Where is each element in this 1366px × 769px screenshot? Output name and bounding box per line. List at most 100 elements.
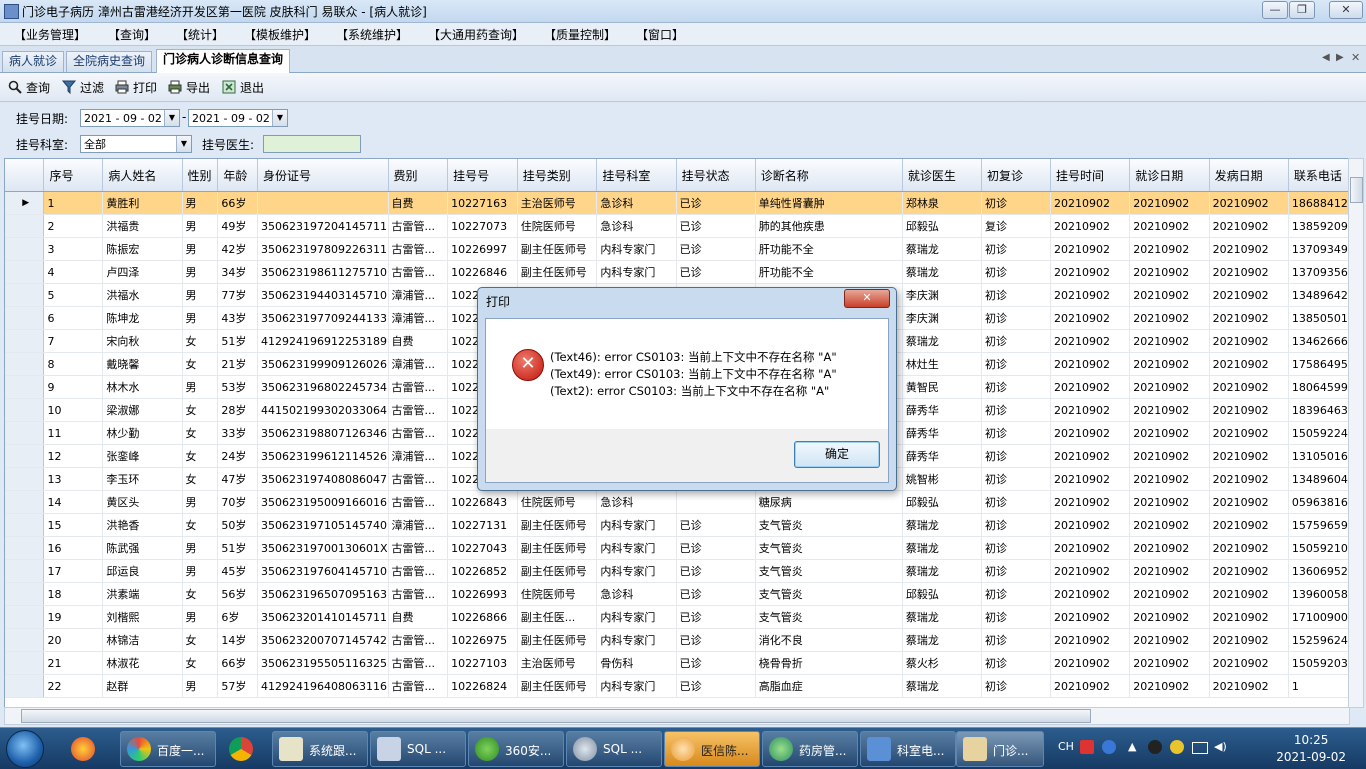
column-header[interactable]: 初复诊	[981, 159, 1052, 192]
row-selector[interactable]	[5, 421, 45, 445]
table-row[interactable]: 19 刘楷熙男 6岁 350623201410145711 自费 10226866 副主任医…	[5, 605, 1349, 629]
tab-prev-icon[interactable]: ◀	[1322, 52, 1330, 63]
taskbar-app-baidu[interactable]: 百度一...	[120, 731, 216, 767]
row-selector[interactable]	[5, 329, 45, 353]
network-icon[interactable]	[1192, 742, 1208, 754]
input-language[interactable]: CH	[1058, 740, 1074, 753]
column-header[interactable]: 性别	[182, 159, 219, 192]
date-from-picker[interactable]: 2021 - 09 - 02 ▼	[80, 109, 180, 127]
row-selector[interactable]	[5, 490, 45, 514]
tab-hospital-history[interactable]: 全院病史查询	[66, 51, 153, 72]
row-selector[interactable]	[5, 260, 45, 284]
row-selector[interactable]	[5, 536, 45, 560]
tab-close-icon[interactable]: ✕	[1351, 51, 1360, 64]
row-selector[interactable]	[5, 582, 45, 606]
column-header[interactable]: 发病日期	[1209, 159, 1289, 192]
taskbar-pinned-app[interactable]	[58, 731, 112, 767]
menu-business[interactable]: 【业务管理】	[14, 26, 86, 43]
tab-diagnosis-query[interactable]: 门诊病人诊断信息查询	[156, 49, 291, 73]
row-selector[interactable]	[5, 398, 45, 422]
menu-drug-query[interactable]: 【大通用药查询】	[428, 26, 524, 43]
row-selector[interactable]	[5, 674, 45, 698]
column-header[interactable]: 就诊日期	[1129, 159, 1210, 192]
table-row[interactable]: ▶ 1 黄胜利男 66岁 自费 10227163 主治医师号 急诊科 已诊 单纯性肾囊肿 郑林泉 初诊…	[5, 191, 1349, 215]
row-selector[interactable]	[5, 605, 45, 629]
menu-query[interactable]: 【查询】	[108, 26, 156, 43]
table-row[interactable]: 20 林锦洁女 14岁 350623200707145742 古雷管... 1022697…	[5, 628, 1349, 652]
column-header[interactable]: 就诊医生	[902, 159, 982, 192]
date-to-picker[interactable]: 2021 - 09 - 02 ▼	[188, 109, 288, 127]
menu-system[interactable]: 【系统维护】	[336, 26, 408, 43]
doctor-input[interactable]	[263, 135, 361, 153]
column-header[interactable]: 年龄	[217, 159, 259, 192]
table-row[interactable]: 14 黄区头男 70岁 350623195009166016 古雷管... 1022684…	[5, 490, 1349, 514]
row-selector[interactable]	[5, 375, 45, 399]
grid-vertical-scrollbar[interactable]	[1348, 158, 1364, 708]
table-row[interactable]: 21 林淑花女 66岁 350623195505116325 古雷管... 1022710…	[5, 651, 1349, 675]
row-selector[interactable]	[5, 628, 45, 652]
date-to-dropdown-icon[interactable]: ▼	[272, 110, 287, 126]
row-selector[interactable]	[5, 559, 45, 583]
maximize-button[interactable]: ❐	[1289, 1, 1315, 19]
filter-button[interactable]: 过滤	[62, 79, 104, 96]
column-header[interactable]: 挂号号	[447, 159, 518, 192]
query-button[interactable]: 查询	[8, 79, 50, 96]
export-button[interactable]: 导出	[168, 79, 210, 96]
menu-quality[interactable]: 【质量控制】	[544, 26, 616, 43]
horizontal-scroll-thumb[interactable]	[21, 709, 1091, 723]
table-row[interactable]: 16 陈武强男 51岁 35062319700130601X 古雷管... 1022704…	[5, 536, 1349, 560]
row-selector[interactable]	[5, 651, 45, 675]
row-selector[interactable]	[5, 306, 45, 330]
row-selector[interactable]	[5, 214, 45, 238]
column-header[interactable]: 费别	[388, 159, 449, 192]
ok-button[interactable]: 确定	[794, 441, 880, 468]
tab-patient-visit[interactable]: 病人就诊	[2, 51, 65, 72]
close-button[interactable]: ✕	[1329, 1, 1363, 19]
row-selector[interactable]	[5, 444, 45, 468]
taskbar-app-sql-2[interactable]: SQL ...	[566, 731, 662, 767]
column-header[interactable]: 挂号状态	[676, 159, 756, 192]
row-selector[interactable]	[5, 283, 45, 307]
row-selector[interactable]	[5, 467, 45, 491]
taskbar-app-sql-1[interactable]: SQL ...	[370, 731, 466, 767]
taskbar-pinned-chrome[interactable]	[216, 731, 270, 767]
table-row[interactable]: 15 洪艳香女 50岁 350623197105145740 漳浦管... 1022713…	[5, 513, 1349, 537]
vertical-scroll-thumb[interactable]	[1350, 177, 1363, 203]
table-row[interactable]: 18 洪素端女 56岁 350623196507095163 古雷管... 1022699…	[5, 582, 1349, 606]
start-button[interactable]	[6, 730, 44, 768]
taskbar-app-medical-info[interactable]: 医信陈...	[664, 731, 760, 767]
column-header[interactable]: 身份证号	[257, 159, 389, 192]
table-row[interactable]: 3 陈振宏男 42岁 350623197809226311 古雷管... 10226997…	[5, 237, 1349, 261]
table-row[interactable]: 2 洪福贵男 49岁 350623197204145711 古雷管... 10227073…	[5, 214, 1349, 238]
grid-horizontal-scrollbar[interactable]	[4, 707, 1350, 725]
sogou-ime-icon[interactable]	[1080, 740, 1094, 754]
taskbar-app-outpatient[interactable]: 门诊...	[956, 731, 1044, 767]
security-tray-icon[interactable]	[1170, 740, 1184, 754]
column-header[interactable]: 诊断名称	[755, 159, 903, 192]
dialog-close-button[interactable]: ✕	[844, 289, 890, 308]
print-button[interactable]: 打印	[115, 79, 157, 96]
help-icon[interactable]	[1102, 740, 1116, 754]
system-clock[interactable]: 10:25 2021-09-02	[1276, 732, 1346, 766]
column-header[interactable]: 病人姓名	[102, 159, 183, 192]
taskbar-app-360[interactable]: 360安...	[468, 731, 564, 767]
menu-window[interactable]: 【窗口】	[636, 26, 684, 43]
dept-select[interactable]: 全部 ▼	[80, 135, 192, 153]
table-row[interactable]: 22 赵群男 57岁 412924196408063116 古雷管... 10226824…	[5, 674, 1349, 698]
table-row[interactable]: 17 邱运良男 45岁 350623197604145710 古雷管... 1022685…	[5, 559, 1349, 583]
column-header[interactable]: 挂号时间	[1050, 159, 1131, 192]
taskbar-app-pharmacy[interactable]: 药房管...	[762, 731, 858, 767]
column-header[interactable]: 联系电话	[1288, 159, 1349, 192]
volume-icon[interactable]: ◀)	[1214, 740, 1227, 753]
exit-button[interactable]: 退出	[222, 79, 264, 96]
column-header[interactable]: 序号	[43, 159, 104, 192]
dept-dropdown-icon[interactable]: ▼	[176, 136, 191, 152]
column-header[interactable]: 挂号科室	[596, 159, 677, 192]
column-header[interactable]: 挂号类别	[517, 159, 598, 192]
tray-expand-icon[interactable]: ▲	[1128, 740, 1136, 753]
minimize-button[interactable]: —	[1262, 1, 1288, 19]
menu-templates[interactable]: 【模板维护】	[244, 26, 316, 43]
qq-icon[interactable]	[1148, 740, 1162, 754]
table-row[interactable]: 4 卢四泽男 34岁 350623198611275710 古雷管... 10226846…	[5, 260, 1349, 284]
row-selector[interactable]: ▶	[5, 191, 45, 215]
